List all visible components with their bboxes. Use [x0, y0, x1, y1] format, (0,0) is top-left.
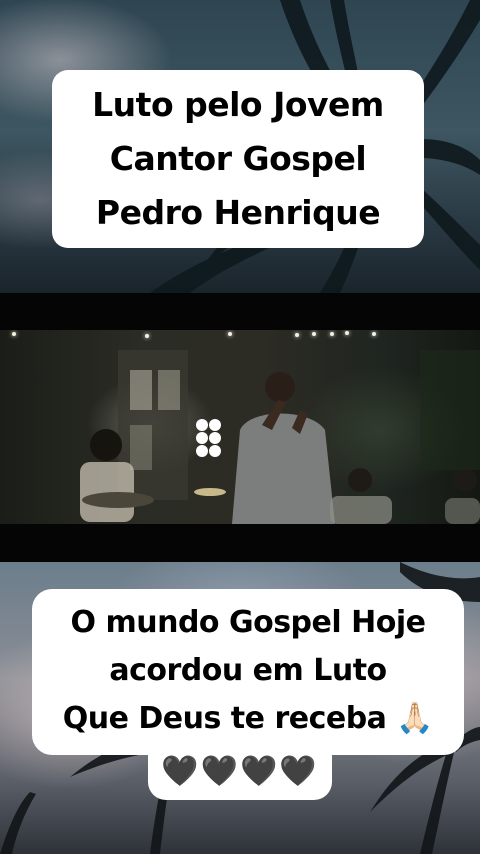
story-screen[interactable]: Luto pelo Jovem Cantor Gospel Pedro Henr…: [0, 0, 480, 854]
bottom-caption-line-1: O mundo Gospel Hoje: [70, 605, 426, 640]
bottom-caption-box: O mundo Gospel Hoje acordou em Luto Que …: [32, 589, 464, 755]
letterbox-band-top: [0, 293, 480, 330]
stage-scene-image: [80, 350, 480, 524]
top-caption-box: Luto pelo Jovem Cantor Gospel Pedro Henr…: [52, 70, 424, 248]
top-caption-line-2: Cantor Gospel: [109, 139, 367, 178]
performance-video-frame[interactable]: [0, 330, 480, 524]
letterbox-band-bottom: [0, 524, 480, 562]
top-caption-line-1: Luto pelo Jovem: [92, 85, 384, 124]
top-caption-line-3: Pedro Henrique: [95, 193, 381, 232]
bottom-caption-line-2: acordou em Luto: [109, 653, 387, 688]
bottom-caption-line-3: Que Deus te receba 🙏🏻: [62, 701, 434, 736]
